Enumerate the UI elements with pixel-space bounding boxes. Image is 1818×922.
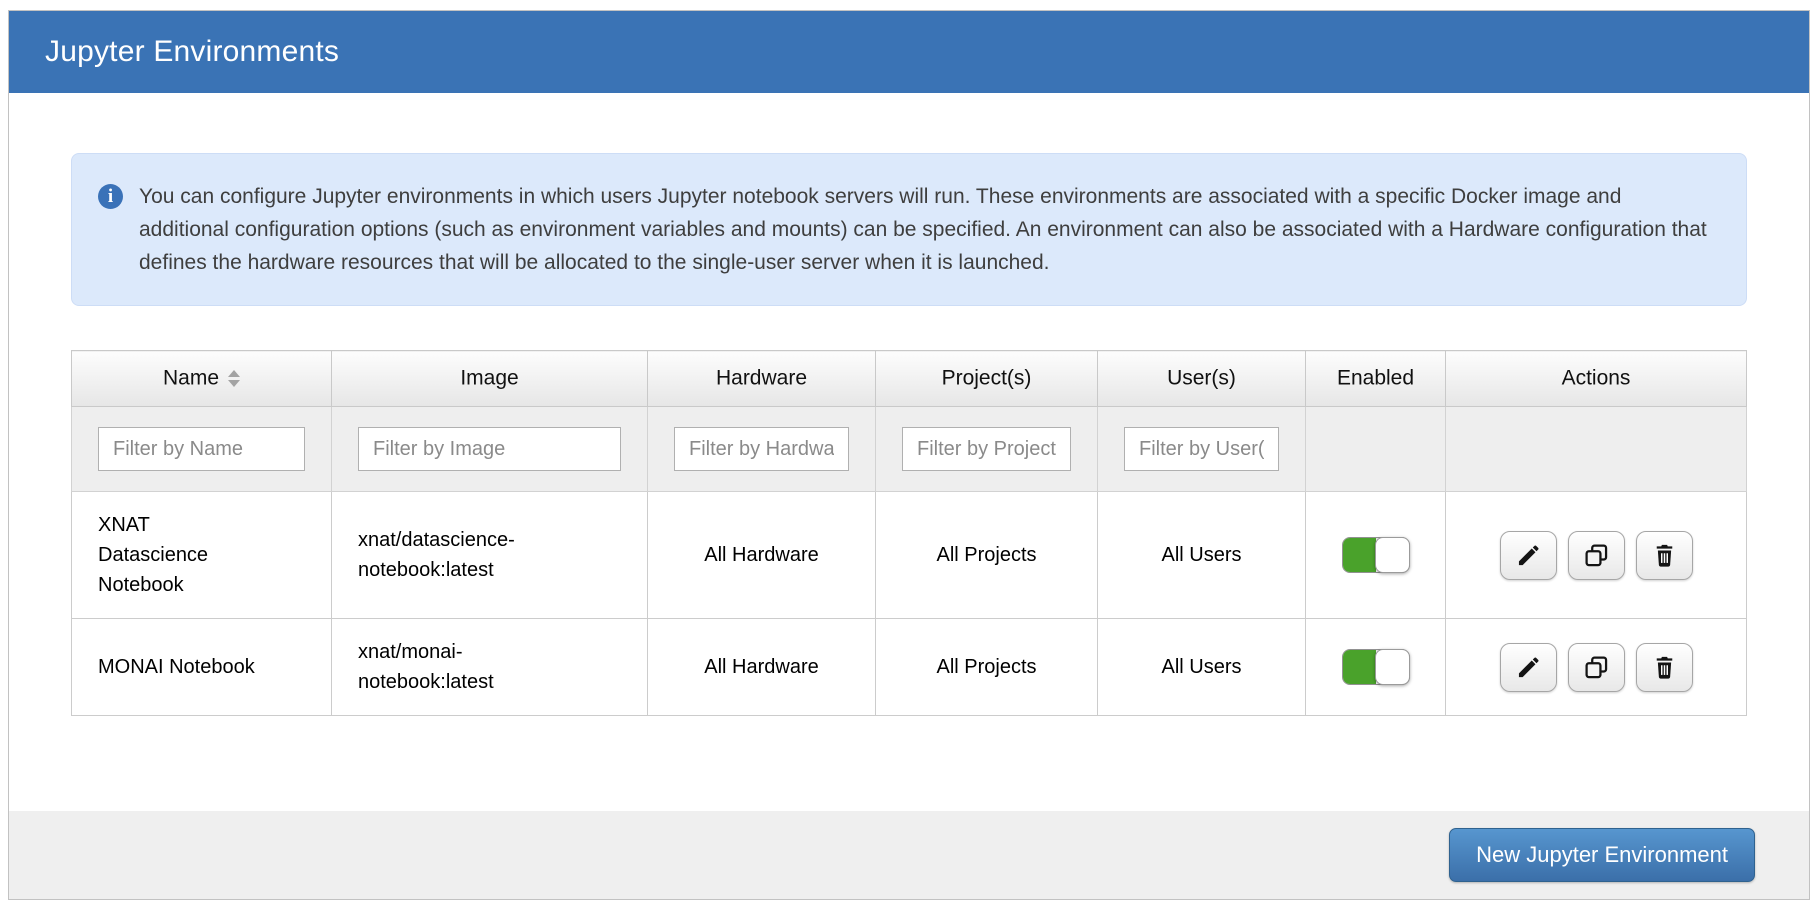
column-header-projects: Project(s): [876, 351, 1098, 407]
toggle-on-segment: [1343, 650, 1376, 684]
edit-button[interactable]: [1500, 643, 1557, 692]
environment-row: MONAI Notebook xnat/monai-notebook:latest…: [72, 619, 1747, 716]
env-hardware-cell: All Hardware: [648, 492, 876, 619]
delete-button[interactable]: [1636, 643, 1693, 692]
filter-cell-projects: [876, 407, 1098, 492]
pencil-icon: [1515, 542, 1542, 569]
column-label: Image: [460, 367, 518, 390]
column-header-users: User(s): [1098, 351, 1306, 407]
copy-button[interactable]: [1568, 643, 1625, 692]
copy-icon: [1583, 542, 1610, 569]
column-header-name[interactable]: Name: [72, 351, 332, 407]
info-alert: You can configure Jupyter environments i…: [71, 153, 1747, 306]
filter-cell-name: [72, 407, 332, 492]
filter-cell-actions: [1446, 407, 1747, 492]
jupyter-environments-panel: Jupyter Environments You can configure J…: [8, 10, 1810, 900]
env-users-cell: All Users: [1098, 619, 1306, 716]
delete-button[interactable]: [1636, 531, 1693, 580]
env-projects-cell: All Projects: [876, 619, 1098, 716]
toggle-knob: [1375, 537, 1410, 573]
filter-input-users[interactable]: [1124, 427, 1279, 471]
pencil-icon: [1515, 654, 1542, 681]
env-image-cell-text: xnat/datascience-notebook:latest: [358, 525, 563, 585]
env-hardware-cell: All Hardware: [648, 619, 876, 716]
column-header-enabled: Enabled: [1306, 351, 1446, 407]
filter-cell-users: [1098, 407, 1306, 492]
column-header-hardware: Hardware: [648, 351, 876, 407]
trash-icon: [1651, 654, 1678, 681]
env-users-cell: All Users: [1098, 492, 1306, 619]
panel-body: You can configure Jupyter environments i…: [9, 93, 1809, 716]
panel-footer: New Jupyter Environment: [9, 811, 1809, 899]
enabled-toggle[interactable]: [1342, 537, 1410, 573]
row-actions: [1454, 643, 1738, 692]
row-actions: [1454, 531, 1738, 580]
env-image-cell: xnat/monai-notebook:latest: [332, 619, 648, 716]
panel-header: Jupyter Environments: [9, 11, 1809, 93]
env-projects-cell: All Projects: [876, 492, 1098, 619]
enabled-toggle[interactable]: [1342, 649, 1410, 685]
column-label: Project(s): [942, 367, 1032, 390]
env-name-cell: MONAI Notebook: [72, 619, 332, 716]
column-label: Actions: [1562, 367, 1631, 390]
trash-icon: [1651, 542, 1678, 569]
env-name-cell: XNAT Datascience Notebook: [72, 492, 332, 619]
environment-row: XNAT Datascience Notebook xnat/datascienc…: [72, 492, 1747, 619]
table-header-row: Name Image Hardware Project(s) User(s) Enable…: [72, 351, 1747, 407]
filter-input-image[interactable]: [358, 427, 621, 471]
toggle-on-segment: [1343, 538, 1376, 572]
sort-icon: [228, 370, 240, 387]
env-enabled-cell: [1306, 492, 1446, 619]
panel-title: Jupyter Environments: [45, 35, 339, 69]
env-name-cell-text: XNAT Datascience Notebook: [98, 510, 260, 600]
copy-icon: [1583, 654, 1610, 681]
env-actions-cell: [1446, 619, 1747, 716]
column-label: User(s): [1167, 367, 1236, 390]
filter-input-projects[interactable]: [902, 427, 1071, 471]
filter-cell-hardware: [648, 407, 876, 492]
toggle-knob: [1375, 649, 1410, 685]
column-label: Name: [163, 367, 219, 390]
env-name-cell-text: MONAI Notebook: [98, 652, 255, 682]
column-label: Hardware: [716, 367, 807, 390]
table-filter-row: [72, 407, 1747, 492]
edit-button[interactable]: [1500, 531, 1557, 580]
copy-button[interactable]: [1568, 531, 1625, 580]
env-actions-cell: [1446, 492, 1747, 619]
new-jupyter-environment-button[interactable]: New Jupyter Environment: [1449, 828, 1755, 882]
filter-input-hardware[interactable]: [674, 427, 849, 471]
column-header-image: Image: [332, 351, 648, 407]
filter-input-name[interactable]: [98, 427, 305, 471]
column-label: Enabled: [1337, 367, 1414, 390]
env-image-cell: xnat/datascience-notebook:latest: [332, 492, 648, 619]
env-enabled-cell: [1306, 619, 1446, 716]
info-circle-icon: [98, 184, 123, 209]
filter-cell-enabled: [1306, 407, 1446, 492]
column-header-actions: Actions: [1446, 351, 1747, 407]
info-text: You can configure Jupyter environments i…: [139, 180, 1716, 279]
environments-table: Name Image Hardware Project(s) User(s) Enable…: [71, 350, 1747, 716]
env-image-cell-text: xnat/monai-notebook:latest: [358, 637, 563, 697]
filter-cell-image: [332, 407, 648, 492]
